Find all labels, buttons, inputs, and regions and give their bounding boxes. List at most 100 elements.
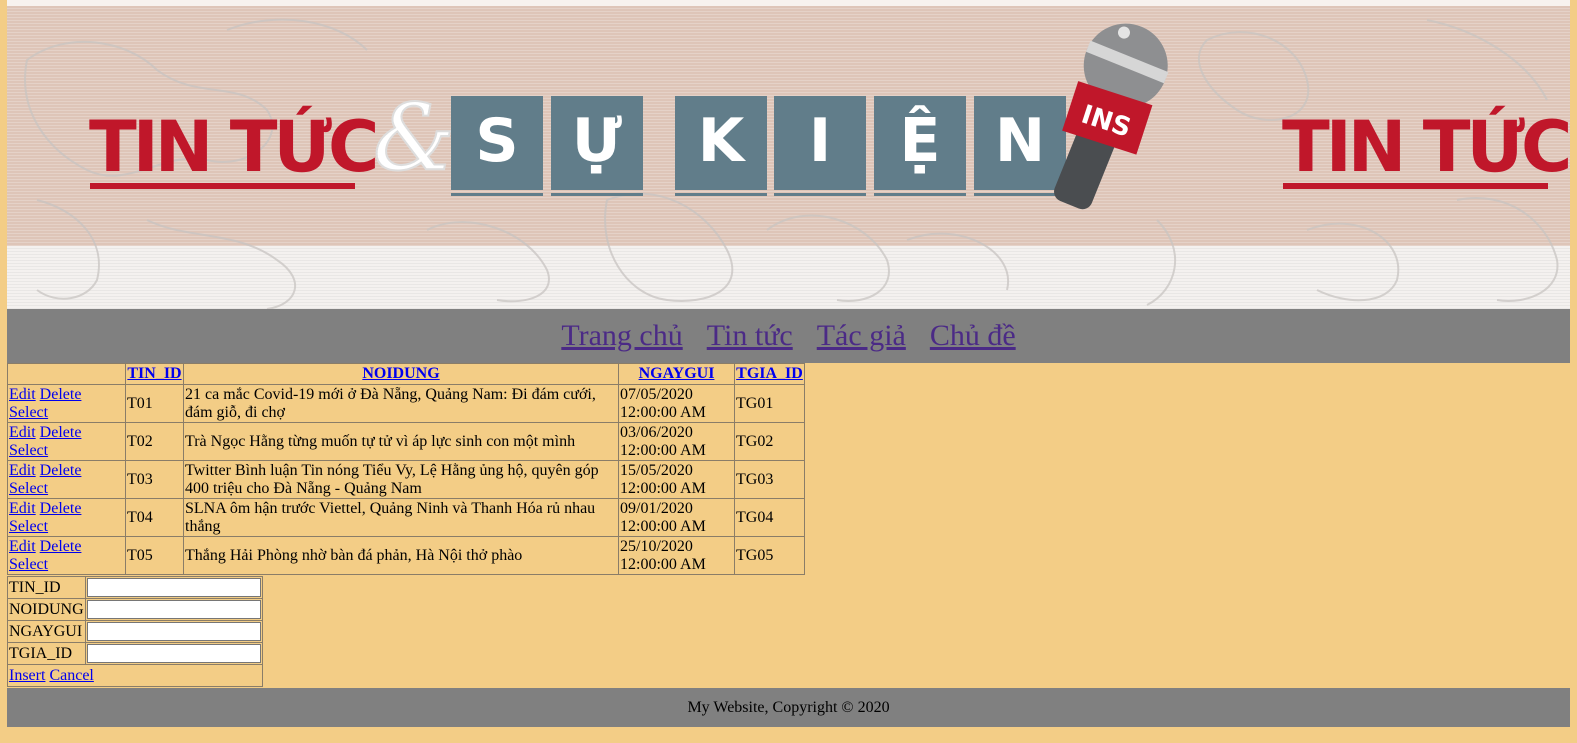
column-header-ngaygui[interactable]: NGAYGUI bbox=[618, 363, 735, 385]
right-brand-text: TIN TỨC bbox=[1282, 106, 1570, 188]
news-grid: TIN_ID NOIDUNG NGAYGUI TGIA_ID Edit Dele… bbox=[7, 363, 805, 575]
letter-tile: K bbox=[675, 96, 767, 190]
cell-tgia-id: TG02 bbox=[734, 422, 805, 461]
cell-noidung: SLNA ôm hận trước Viettel, Quảng Ninh và… bbox=[183, 498, 619, 537]
actions-header bbox=[7, 363, 126, 385]
form-row: NGAYGUI bbox=[7, 620, 263, 643]
field-input-cell bbox=[84, 598, 263, 621]
delete-link[interactable]: Delete bbox=[40, 386, 82, 403]
left-brand-text: TIN TỨC bbox=[89, 106, 379, 188]
form-row: TIN_ID bbox=[7, 576, 263, 599]
nav-link-topics[interactable]: Chủ đề bbox=[930, 319, 1016, 353]
cell-tgia-id: TG05 bbox=[734, 536, 805, 575]
ampersand-glyph: & bbox=[372, 84, 456, 191]
cell-tin-id: T02 bbox=[125, 422, 184, 461]
sort-link-noidung[interactable]: NOIDUNG bbox=[362, 365, 439, 382]
cancel-link[interactable]: Cancel bbox=[49, 667, 93, 684]
select-link[interactable]: Select bbox=[9, 556, 48, 573]
cell-tgia-id: TG04 bbox=[734, 498, 805, 537]
row-actions: Edit Delete Select bbox=[7, 384, 126, 423]
field-label: TIN_ID bbox=[7, 576, 86, 599]
cell-ngaygui: 03/06/2020 12:00:00 AM bbox=[618, 422, 735, 461]
sort-link-tgia-id[interactable]: TGIA_ID bbox=[736, 365, 803, 382]
select-link[interactable]: Select bbox=[9, 442, 48, 459]
edit-link[interactable]: Edit bbox=[9, 500, 36, 517]
cell-noidung: Thắng Hải Phòng nhờ bàn đá phản, Hà Nội … bbox=[183, 536, 619, 575]
column-header-tin-id[interactable]: TIN_ID bbox=[125, 363, 184, 385]
letter-tile: S bbox=[451, 96, 543, 190]
ngaygui-input[interactable] bbox=[86, 622, 261, 641]
cell-ngaygui: 07/05/2020 12:00:00 AM bbox=[618, 384, 735, 423]
tin-id-input[interactable] bbox=[86, 578, 261, 597]
main-nav: Trang chủ Tin tức Tác giả Chủ đề bbox=[7, 309, 1570, 363]
select-link[interactable]: Select bbox=[9, 518, 48, 535]
table-row: Edit Delete Select T02 Trà Ngọc Hằng từn… bbox=[7, 422, 805, 461]
site-footer: My Website, Copyright © 2020 bbox=[7, 688, 1570, 727]
form-actions: Insert Cancel bbox=[7, 664, 263, 687]
table-row: Edit Delete Select T03 Twitter Bình luận… bbox=[7, 460, 805, 499]
edit-link[interactable]: Edit bbox=[9, 386, 36, 403]
row-actions: Edit Delete Select bbox=[7, 460, 126, 499]
form-actions-row: Insert Cancel bbox=[7, 664, 263, 687]
cell-tin-id: T01 bbox=[125, 384, 184, 423]
sort-link-tin-id[interactable]: TIN_ID bbox=[127, 365, 181, 382]
copyright-text: My Website, Copyright © 2020 bbox=[687, 698, 890, 716]
field-input-cell bbox=[84, 620, 263, 643]
nav-link-news[interactable]: Tin tức bbox=[707, 319, 793, 353]
cell-noidung: Twitter Bình luận Tin nóng Tiểu Vy, Lệ H… bbox=[183, 460, 619, 499]
tile-underline bbox=[451, 193, 543, 196]
cell-tgia-id: TG01 bbox=[734, 384, 805, 423]
tile-underline bbox=[675, 193, 767, 196]
microphone-icon: INS bbox=[1054, 23, 1169, 210]
table-row: Edit Delete Select T04 SLNA ôm hận trước… bbox=[7, 498, 805, 537]
select-link[interactable]: Select bbox=[9, 480, 48, 497]
delete-link[interactable]: Delete bbox=[40, 462, 82, 479]
delete-link[interactable]: Delete bbox=[40, 538, 82, 555]
row-actions: Edit Delete Select bbox=[7, 422, 126, 461]
column-header-noidung[interactable]: NOIDUNG bbox=[183, 363, 619, 385]
insert-link[interactable]: Insert bbox=[9, 667, 45, 684]
field-input-cell bbox=[84, 576, 263, 599]
table-row: Edit Delete Select T01 21 ca mắc Covid-1… bbox=[7, 384, 805, 423]
right-brand-underline bbox=[1283, 183, 1548, 189]
tgia-id-input[interactable] bbox=[86, 644, 261, 663]
cell-ngaygui: 15/05/2020 12:00:00 AM bbox=[618, 460, 735, 499]
letter-tile: Ệ bbox=[874, 96, 966, 190]
letter-tile: I bbox=[774, 96, 866, 190]
cell-noidung: 21 ca mắc Covid-19 mới ở Đà Nẵng, Quảng … bbox=[183, 384, 619, 423]
field-label: TGIA_ID bbox=[7, 642, 86, 665]
edit-link[interactable]: Edit bbox=[9, 424, 36, 441]
nav-link-authors[interactable]: Tác giả bbox=[817, 319, 906, 353]
cell-ngaygui: 25/10/2020 12:00:00 AM bbox=[618, 536, 735, 575]
cell-noidung: Trà Ngọc Hằng từng muốn tự tử vì áp lực … bbox=[183, 422, 619, 461]
row-actions: Edit Delete Select bbox=[7, 498, 126, 537]
edit-link[interactable]: Edit bbox=[9, 538, 36, 555]
cell-tin-id: T05 bbox=[125, 536, 184, 575]
tile-underline bbox=[874, 193, 966, 196]
select-link[interactable]: Select bbox=[9, 404, 48, 421]
delete-link[interactable]: Delete bbox=[40, 424, 82, 441]
field-label: NGAYGUI bbox=[7, 620, 86, 643]
delete-link[interactable]: Delete bbox=[40, 500, 82, 517]
cell-ngaygui: 09/01/2020 12:00:00 AM bbox=[618, 498, 735, 537]
cell-tgia-id: TG03 bbox=[734, 460, 805, 499]
field-input-cell bbox=[84, 642, 263, 665]
field-label: NOIDUNG bbox=[7, 598, 86, 621]
noidung-input[interactable] bbox=[86, 600, 261, 619]
grid-header-row: TIN_ID NOIDUNG NGAYGUI TGIA_ID bbox=[7, 363, 805, 385]
tile-underline bbox=[551, 193, 643, 196]
letter-tile: Ự bbox=[551, 96, 643, 190]
column-header-tgia-id[interactable]: TGIA_ID bbox=[734, 363, 805, 385]
tile-underline bbox=[774, 193, 866, 196]
nav-link-home[interactable]: Trang chủ bbox=[561, 319, 682, 353]
table-row: Edit Delete Select T05 Thắng Hải Phòng n… bbox=[7, 536, 805, 575]
row-actions: Edit Delete Select bbox=[7, 536, 126, 575]
sort-link-ngaygui[interactable]: NGAYGUI bbox=[639, 365, 715, 382]
cell-tin-id: T03 bbox=[125, 460, 184, 499]
form-row: TGIA_ID bbox=[7, 642, 263, 665]
form-row: NOIDUNG bbox=[7, 598, 263, 621]
edit-link[interactable]: Edit bbox=[9, 462, 36, 479]
insert-form: TIN_ID NOIDUNG NGAYGUI TGIA_ID Insert Ca… bbox=[7, 576, 263, 687]
header-banner: TIN TỨC & S Ự K I Ệ N INS TIN TỨC bbox=[7, 0, 1570, 309]
left-brand-underline bbox=[90, 183, 355, 189]
